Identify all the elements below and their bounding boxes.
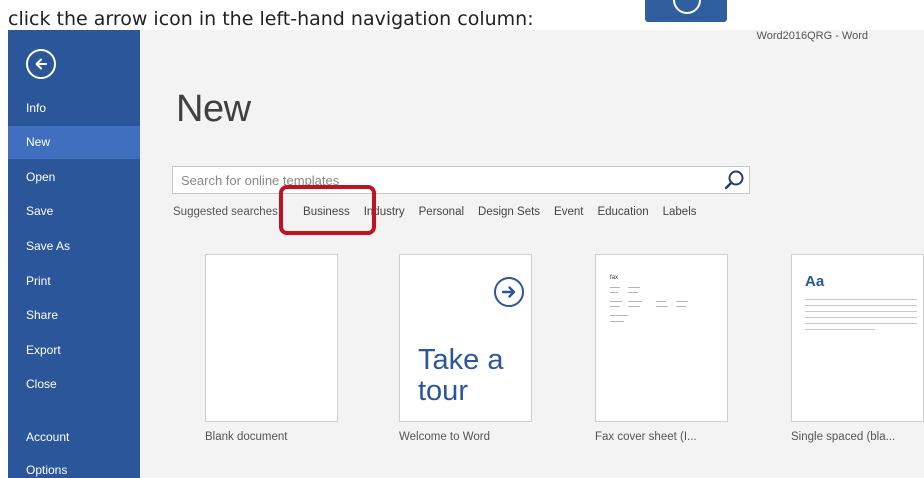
search-input[interactable] (181, 170, 701, 190)
suggested-link-education[interactable]: Education (597, 206, 648, 218)
fax-line (628, 306, 640, 307)
fax-line (628, 287, 640, 288)
template-card-fax[interactable]: fax (595, 254, 728, 422)
template-label-fax: Fax cover sheet (I... (595, 431, 697, 443)
template-label-blank: Blank document (205, 431, 288, 443)
suggested-label: Suggested searches: (173, 206, 282, 218)
suggested-link-labels[interactable]: Labels (663, 206, 697, 218)
nav-item-options[interactable]: Options (8, 454, 140, 478)
text-rule (805, 311, 917, 312)
backstage-nav: Info New Open Save Save As Print Share E… (8, 30, 140, 478)
fax-line (610, 292, 618, 293)
nav-item-account[interactable]: Account (8, 421, 140, 454)
nav-item-save[interactable]: Save (8, 195, 140, 228)
word-backstage-window: Word2016QRG - Word Info New Open Save Sa… (8, 30, 924, 478)
text-rule (805, 323, 917, 324)
fax-line (610, 315, 628, 316)
fax-line (656, 301, 666, 302)
fax-line (610, 321, 624, 322)
nav-item-close[interactable]: Close (8, 368, 140, 401)
suggested-link-design-sets[interactable]: Design Sets (478, 206, 540, 218)
text-rule (805, 299, 917, 300)
fax-line (628, 301, 642, 302)
suggested-link-personal[interactable]: Personal (419, 206, 464, 218)
fax-thumb-title: fax (610, 275, 619, 281)
nav-item-share[interactable]: Share (8, 299, 140, 332)
template-label-tour: Welcome to Word (399, 431, 490, 443)
fax-line (628, 292, 638, 293)
text-rule (805, 317, 917, 318)
fax-line (610, 306, 620, 307)
instruction-text: click the arrow icon in the left-hand na… (8, 8, 534, 30)
nav-item-print[interactable]: Print (8, 265, 140, 298)
template-card-single-spaced[interactable]: Aa (791, 254, 924, 422)
nav-item-save-as[interactable]: Save As (8, 230, 140, 263)
window-title: Word2016QRG - Word (756, 30, 868, 42)
fax-line (610, 301, 622, 302)
nav-item-new[interactable]: New (8, 126, 140, 159)
nav-item-info[interactable]: Info (8, 92, 140, 125)
business-highlight-callout (279, 185, 376, 235)
back-arrow-icon[interactable] (26, 49, 56, 79)
nav-item-export[interactable]: Export (8, 334, 140, 367)
template-card-blank[interactable] (205, 254, 338, 422)
template-card-tour[interactable]: Take a tour (399, 254, 532, 422)
fax-line (610, 287, 620, 288)
search-icon[interactable] (723, 169, 745, 191)
suggested-link-event[interactable]: Event (554, 206, 583, 218)
fax-line (656, 306, 668, 307)
page-title: New (176, 88, 251, 130)
suggested-searches: Suggested searches: Business Industry Perso… (173, 206, 697, 218)
text-rule (805, 305, 917, 306)
single-spaced-thumb-heading: Aa (805, 273, 825, 290)
fax-line (676, 306, 686, 307)
nav-item-open[interactable]: Open (8, 161, 140, 194)
template-search (172, 166, 750, 194)
text-rule (805, 329, 875, 330)
fax-line (676, 301, 688, 302)
back-arrow-icon (645, 0, 727, 22)
template-label-single-spaced: Single spaced (bla... (791, 431, 896, 443)
tour-text: Take a tour (418, 344, 504, 407)
right-arrow-icon (494, 277, 524, 307)
